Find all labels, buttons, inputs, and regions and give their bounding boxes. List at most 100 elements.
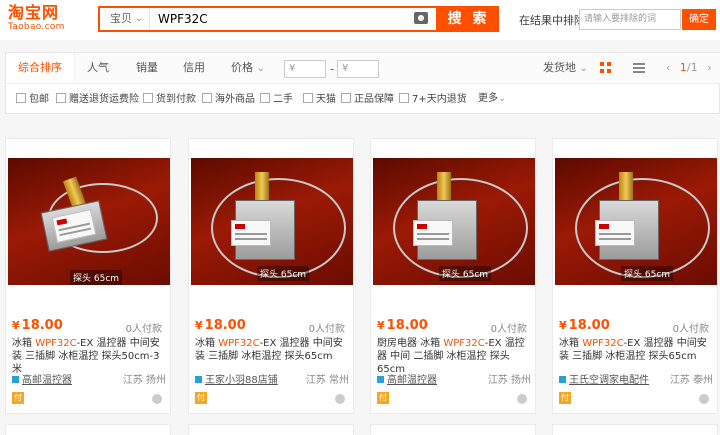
- filter-label: 包邮: [29, 94, 49, 105]
- checkbox[interactable]: [303, 93, 313, 103]
- filter-cod[interactable]: 货到付款: [143, 93, 196, 106]
- sort-price-label: 价格: [231, 61, 253, 74]
- product-card[interactable]: 探头 65cm ¥18.00 0人付款 冰箱 WPF32C-EX 温控器 中间安…: [188, 138, 354, 414]
- list-view-icon[interactable]: [633, 63, 645, 73]
- price-range-dash: -: [330, 62, 335, 76]
- shop-icon: [195, 376, 202, 383]
- logo-text-cn: 淘宝网: [8, 3, 60, 22]
- grid-view-icon[interactable]: [600, 62, 612, 74]
- search-box: 宝贝 ⌄ WPF32C: [98, 6, 438, 32]
- filter-7day-return[interactable]: 7+天内退货: [399, 93, 467, 106]
- shop-icon: [377, 376, 384, 383]
- top-header: 淘宝网 Taobao.com 宝贝 ⌄ WPF32C 搜 索 在结果中排除 请输…: [0, 0, 720, 40]
- taobao-logo[interactable]: 淘宝网 Taobao.com: [8, 4, 80, 36]
- shop-name[interactable]: 高邮温控器: [387, 375, 437, 386]
- shop-info: 王家小羽88店铺 江苏 常州: [195, 371, 349, 386]
- prev-page-icon[interactable]: ‹: [666, 61, 670, 74]
- product-image[interactable]: 探头 65cm: [373, 158, 535, 285]
- next-row-card[interactable]: [5, 424, 171, 435]
- checkbox[interactable]: [16, 93, 26, 103]
- filter-return-insurance[interactable]: 赠送退货运费险: [56, 93, 139, 106]
- sort-price[interactable]: 价格 ⌄: [231, 53, 265, 83]
- sort-default[interactable]: 综合排序: [6, 53, 75, 83]
- pay-badge-icon: 付: [377, 392, 389, 404]
- price-min-input[interactable]: ¥: [284, 60, 326, 78]
- exclude-confirm-button[interactable]: 确定: [682, 9, 716, 30]
- checkbox[interactable]: [399, 93, 409, 103]
- product-card[interactable]: 探头 65cm ¥18.00 0人付款 厨房电器 冰箱 WPF32C-EX 温控…: [370, 138, 536, 414]
- filter-label: 海外商品: [215, 94, 255, 105]
- shop-location: 江苏 扬州: [122, 375, 166, 386]
- next-page-icon[interactable]: ›: [707, 61, 711, 74]
- pay-badge-icon: 付: [12, 392, 24, 404]
- filter-label: 二手: [273, 94, 293, 105]
- checkbox[interactable]: [341, 93, 351, 103]
- product-image[interactable]: 探头 65cm: [191, 158, 353, 285]
- sort-popularity[interactable]: 人气: [87, 53, 109, 83]
- product-image[interactable]: 探头 65cm: [555, 158, 717, 285]
- sort-credit[interactable]: 信用: [183, 53, 205, 83]
- search-button[interactable]: 搜 索: [438, 6, 499, 32]
- next-row-card[interactable]: [370, 424, 536, 435]
- shop-info: 高邮温控器 江苏 扬州: [377, 371, 531, 386]
- shop-icon: [12, 376, 19, 383]
- search-category-label: 宝贝: [110, 12, 132, 25]
- checkbox[interactable]: [143, 93, 153, 103]
- sort-bar: 综合排序 人气 销量 信用 价格 ⌄ ¥ - ¥ 发货地 ⌄ ‹ 1/1 ›: [6, 53, 720, 84]
- next-row-card[interactable]: [552, 424, 718, 435]
- product-price: ¥18.00: [195, 318, 246, 333]
- filter-label: 货到付款: [156, 94, 196, 105]
- chat-icon[interactable]: [152, 394, 162, 404]
- filter-more[interactable]: 更多⌄: [478, 93, 506, 105]
- shop-name[interactable]: 王家小羽88店铺: [205, 375, 278, 386]
- product-image[interactable]: 探头 65cm: [8, 158, 170, 285]
- filter-panel: 综合排序 人气 销量 信用 价格 ⌄ ¥ - ¥ 发货地 ⌄ ‹ 1/1 › 包…: [5, 52, 720, 114]
- price-max-input[interactable]: ¥: [337, 60, 379, 78]
- page-current: 1: [679, 61, 687, 74]
- chevron-down-icon: ⌄: [579, 63, 588, 74]
- filter-free-shipping[interactable]: 包邮: [16, 93, 49, 106]
- checkbox[interactable]: [260, 93, 270, 103]
- filter-label: 天猫: [316, 94, 336, 105]
- search-category-select[interactable]: 宝贝 ⌄: [100, 8, 150, 30]
- filter-label: 7+天内退货: [412, 94, 467, 105]
- chevron-down-icon: ⌄: [256, 63, 265, 74]
- filter-genuine[interactable]: 正品保障: [341, 93, 394, 106]
- deal-count: 0人付款: [308, 324, 345, 335]
- chat-icon[interactable]: [699, 394, 709, 404]
- filter-tmall[interactable]: 天猫: [303, 93, 336, 106]
- product-title[interactable]: 冰箱 WPF32C-EX 温控器 中间安装 三插脚 冰柜温控 探头65cm: [195, 337, 349, 363]
- ship-from-label: 发货地: [543, 61, 576, 74]
- sort-sales[interactable]: 销量: [136, 53, 158, 83]
- next-row-card[interactable]: [188, 424, 354, 435]
- shop-location: 江苏 泰州: [669, 375, 713, 386]
- search-input[interactable]: WPF32C: [158, 8, 208, 30]
- probe-caption: 探头 65cm: [621, 266, 674, 281]
- camera-icon[interactable]: [414, 12, 428, 24]
- product-price: ¥18.00: [12, 318, 63, 333]
- filter-second-hand[interactable]: 二手: [260, 93, 293, 106]
- probe-caption: 探头 65cm: [257, 266, 310, 281]
- product-card[interactable]: 探头 65cm ¥18.00 0人付款 冰箱 WPF32C-EX 温控器 中间安…: [552, 138, 718, 414]
- chat-icon[interactable]: [335, 394, 345, 404]
- product-title[interactable]: 冰箱 WPF32C-EX 温控器 中间安装 三插脚 冰柜温控 探头65cm: [559, 337, 713, 363]
- shop-name[interactable]: 高邮温控器: [22, 375, 72, 386]
- shop-location: 江苏 扬州: [487, 375, 531, 386]
- pay-badge-icon: 付: [195, 392, 207, 404]
- shop-info: 王氏空调家电配件 江苏 泰州: [559, 371, 713, 386]
- filter-overseas[interactable]: 海外商品: [202, 93, 255, 106]
- shop-name[interactable]: 王氏空调家电配件: [569, 375, 649, 386]
- page-total: /1: [686, 61, 698, 74]
- pay-badge-icon: 付: [559, 392, 571, 404]
- product-card[interactable]: 探头 65cm ¥18.00 0人付款 冰箱 WPF32C-EX 温控器 中间安…: [5, 138, 171, 414]
- chat-icon[interactable]: [517, 394, 527, 404]
- deal-count: 0人付款: [490, 324, 527, 335]
- chevron-down-icon: ⌄: [134, 13, 143, 24]
- pager: ‹ 1/1 ›: [666, 53, 712, 83]
- product-price: ¥18.00: [559, 318, 610, 333]
- probe-caption: 探头 65cm: [70, 270, 123, 285]
- checkbox[interactable]: [202, 93, 212, 103]
- ship-from-select[interactable]: 发货地 ⌄: [543, 53, 588, 84]
- exclude-input[interactable]: 请输入要排除的词: [579, 9, 681, 30]
- checkbox[interactable]: [56, 93, 66, 103]
